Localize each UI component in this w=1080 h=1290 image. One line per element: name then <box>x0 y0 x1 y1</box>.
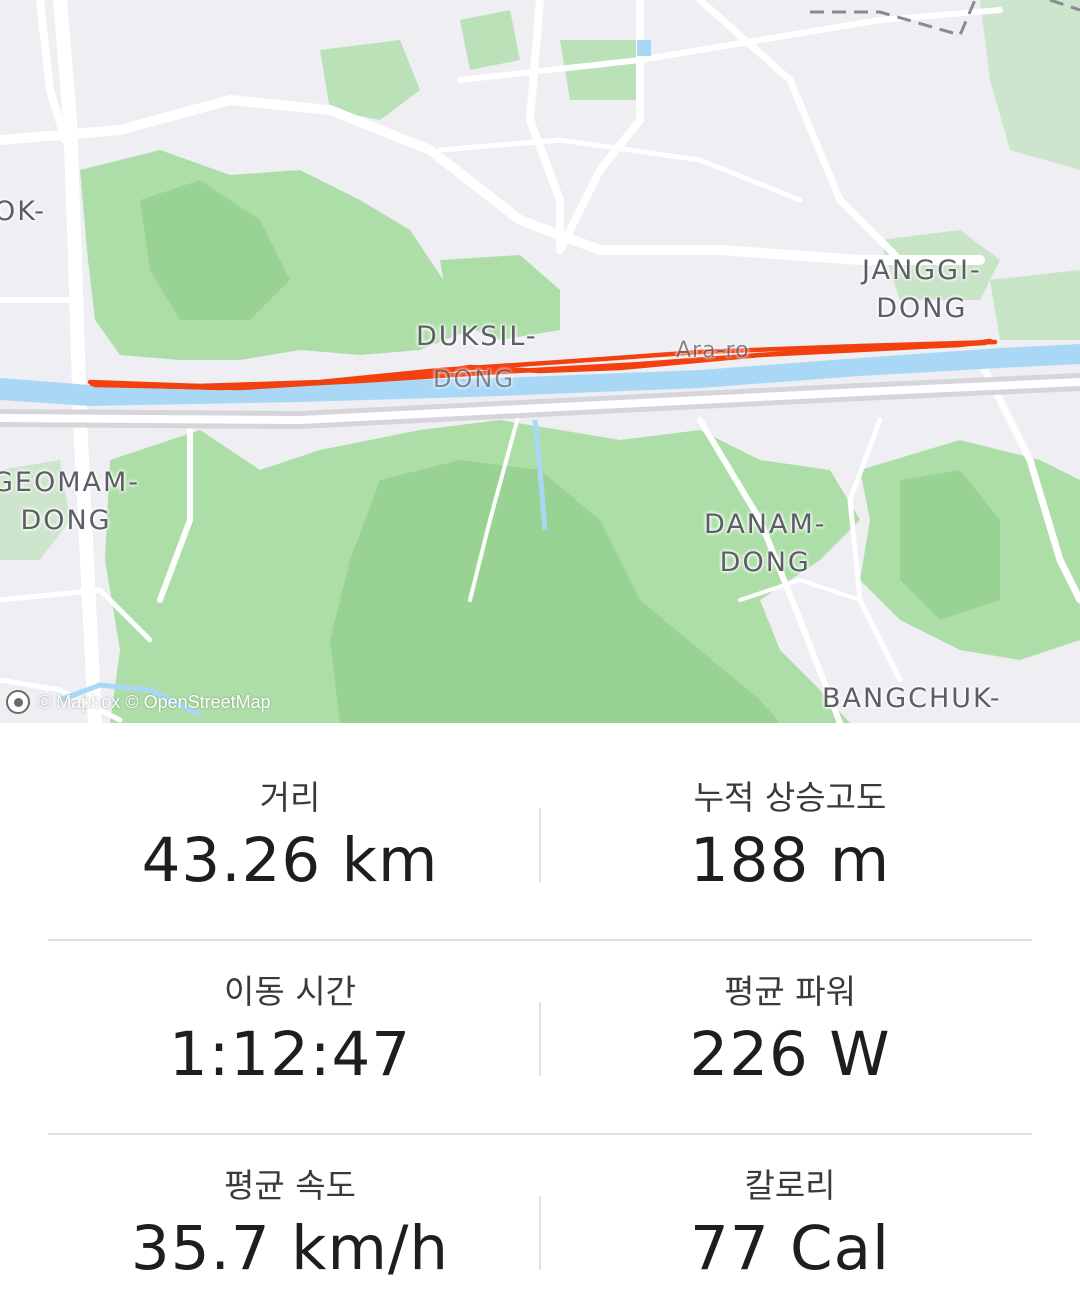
map-canvas <box>0 0 1080 723</box>
stat-value: 188 m <box>689 825 891 896</box>
stat-label: 평균 속도 <box>224 1166 356 1205</box>
route-map[interactable]: OK- JANGGI- DONG DUKSIL- DONG Ara-ro GEO… <box>0 0 1080 723</box>
stats-row-3: 평균 속도 35.7 km/h 칼로리 77 Cal <box>0 1111 1080 1290</box>
place-label-ok: OK- <box>0 196 46 227</box>
place-label-janggi: JANGGI- DONG <box>862 255 982 324</box>
stat-moving-time: 이동 시간 1:12:47 <box>40 917 540 1111</box>
activity-stats: 거리 43.26 km 누적 상승고도 188 m 이동 시간 1:12:47 … <box>0 723 1080 1290</box>
stat-label: 누적 상승고도 <box>693 778 887 817</box>
stat-value: 35.7 km/h <box>130 1213 450 1284</box>
stat-value: 1:12:47 <box>168 1019 412 1090</box>
place-label-geomam: GEOMAM- DONG <box>0 467 141 536</box>
stats-row-2: 이동 시간 1:12:47 평균 파워 226 W <box>0 917 1080 1111</box>
attribution-text: © Mapbox © OpenStreetMap <box>38 691 271 712</box>
place-label-duksil: DUKSIL- <box>416 321 538 352</box>
stat-label: 칼로리 <box>744 1166 836 1205</box>
stat-elevation-gain: 누적 상승고도 188 m <box>540 723 1040 917</box>
mapbox-logo-icon[interactable] <box>6 690 30 714</box>
stat-calories: 칼로리 77 Cal <box>540 1111 1040 1290</box>
stat-value: 77 Cal <box>690 1213 890 1284</box>
stat-label: 평균 파워 <box>724 972 856 1011</box>
place-label-bangchuk: BANGCHUK- <box>822 683 1002 714</box>
place-label-arora: Ara-ro <box>676 338 750 363</box>
place-label-danam: DANAM- DONG <box>704 509 827 578</box>
stat-label: 거리 <box>259 778 321 817</box>
place-label-duksil-dong: DONG <box>433 365 515 393</box>
stat-average-speed: 평균 속도 35.7 km/h <box>40 1111 540 1290</box>
stat-average-power: 평균 파워 226 W <box>540 917 1040 1111</box>
stats-row-1: 거리 43.26 km 누적 상승고도 188 m <box>0 723 1080 917</box>
stat-label: 이동 시간 <box>224 972 356 1011</box>
stat-distance: 거리 43.26 km <box>40 723 540 917</box>
stat-value: 226 W <box>689 1019 891 1090</box>
stat-value: 43.26 km <box>141 825 439 896</box>
map-attribution[interactable]: © Mapbox © OpenStreetMap <box>6 690 271 714</box>
